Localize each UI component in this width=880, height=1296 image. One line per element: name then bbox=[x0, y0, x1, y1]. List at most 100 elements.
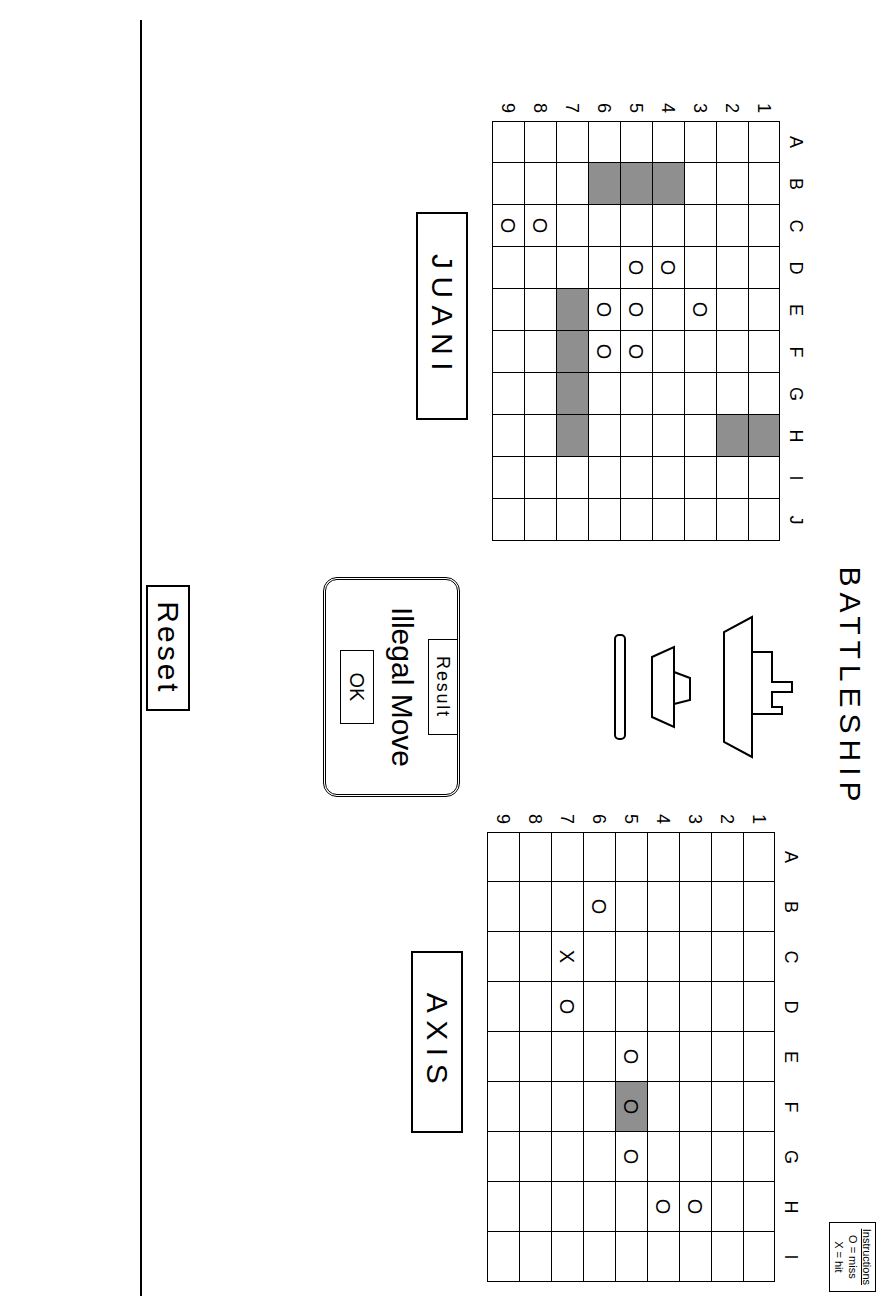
board-cell[interactable]: O bbox=[588, 289, 620, 331]
board-cell[interactable] bbox=[743, 932, 775, 982]
board-cell[interactable] bbox=[588, 499, 620, 541]
board-cell[interactable] bbox=[524, 331, 556, 373]
board-cell[interactable] bbox=[679, 1132, 711, 1182]
board-cell[interactable] bbox=[556, 499, 588, 541]
board-cell[interactable] bbox=[556, 205, 588, 247]
board-cell[interactable] bbox=[519, 1082, 551, 1132]
board-cell[interactable] bbox=[647, 932, 679, 982]
board-cell[interactable] bbox=[519, 982, 551, 1032]
board-cell[interactable]: O bbox=[524, 205, 556, 247]
board-cell[interactable] bbox=[524, 457, 556, 499]
board-cell[interactable]: O bbox=[652, 247, 684, 289]
board-cell[interactable]: O bbox=[588, 331, 620, 373]
ok-button[interactable]: OK bbox=[340, 650, 374, 725]
board-cell[interactable] bbox=[748, 457, 780, 499]
board-cell[interactable] bbox=[647, 1132, 679, 1182]
board-cell[interactable] bbox=[492, 373, 524, 415]
board-cell[interactable] bbox=[743, 882, 775, 932]
board-cell[interactable] bbox=[684, 121, 716, 163]
board-cell[interactable] bbox=[716, 247, 748, 289]
board-cell[interactable]: O bbox=[620, 289, 652, 331]
board-cell[interactable] bbox=[583, 1032, 615, 1082]
board-cell[interactable] bbox=[684, 247, 716, 289]
board-cell[interactable] bbox=[716, 457, 748, 499]
board-cell[interactable] bbox=[487, 1182, 519, 1232]
board-cell[interactable] bbox=[551, 882, 583, 932]
board-cell[interactable] bbox=[743, 832, 775, 882]
board-cell[interactable] bbox=[524, 163, 556, 205]
board-cell[interactable]: O bbox=[620, 247, 652, 289]
board-cell[interactable] bbox=[583, 832, 615, 882]
board-cell[interactable] bbox=[748, 331, 780, 373]
board-cell[interactable] bbox=[743, 1082, 775, 1132]
board-cell[interactable] bbox=[519, 1232, 551, 1282]
board-cell[interactable] bbox=[519, 1182, 551, 1232]
board-cell[interactable] bbox=[615, 1182, 647, 1232]
board-cell[interactable] bbox=[679, 1032, 711, 1082]
board-cell[interactable] bbox=[620, 121, 652, 163]
board-cell[interactable] bbox=[711, 1132, 743, 1182]
board-cell[interactable] bbox=[684, 415, 716, 457]
board-cell[interactable] bbox=[556, 457, 588, 499]
board-cell[interactable] bbox=[743, 1132, 775, 1182]
board-cell[interactable] bbox=[588, 247, 620, 289]
board-cell[interactable] bbox=[748, 247, 780, 289]
board-cell[interactable]: X bbox=[551, 932, 583, 982]
board-cell[interactable] bbox=[684, 499, 716, 541]
board-cell[interactable] bbox=[647, 832, 679, 882]
board-cell[interactable] bbox=[519, 832, 551, 882]
board-cell[interactable] bbox=[588, 121, 620, 163]
board-cell[interactable] bbox=[615, 832, 647, 882]
board-cell[interactable] bbox=[684, 205, 716, 247]
board-cell[interactable]: O bbox=[492, 205, 524, 247]
board-cell[interactable] bbox=[620, 373, 652, 415]
board-cell[interactable] bbox=[519, 1032, 551, 1082]
board-cell[interactable] bbox=[615, 982, 647, 1032]
board-cell[interactable] bbox=[647, 982, 679, 1032]
board-cell[interactable] bbox=[743, 982, 775, 1032]
board-cell[interactable] bbox=[487, 1032, 519, 1082]
board-cell[interactable]: O bbox=[647, 1182, 679, 1232]
board-cell[interactable] bbox=[492, 289, 524, 331]
board-cell[interactable] bbox=[556, 163, 588, 205]
board-cell[interactable] bbox=[588, 373, 620, 415]
board-cell[interactable] bbox=[487, 1082, 519, 1132]
board-cell[interactable] bbox=[588, 163, 620, 205]
board-cell[interactable] bbox=[748, 289, 780, 331]
board-cell[interactable] bbox=[588, 205, 620, 247]
board-cell[interactable] bbox=[551, 1232, 583, 1282]
board-cell[interactable] bbox=[556, 331, 588, 373]
board-cell[interactable] bbox=[487, 932, 519, 982]
board-cell[interactable] bbox=[524, 415, 556, 457]
board-cell[interactable] bbox=[679, 932, 711, 982]
board-cell[interactable] bbox=[652, 373, 684, 415]
board-cell[interactable] bbox=[748, 373, 780, 415]
board-cell[interactable]: O bbox=[679, 1182, 711, 1232]
board-cell[interactable] bbox=[748, 163, 780, 205]
board-cell[interactable] bbox=[652, 415, 684, 457]
board-cell[interactable] bbox=[716, 415, 748, 457]
board-cell[interactable] bbox=[487, 1232, 519, 1282]
board-cell[interactable] bbox=[492, 121, 524, 163]
board-cell[interactable]: O bbox=[615, 1082, 647, 1132]
board-cell[interactable] bbox=[679, 1232, 711, 1282]
board-cell[interactable] bbox=[652, 121, 684, 163]
board-cell[interactable] bbox=[588, 457, 620, 499]
board-cell[interactable] bbox=[492, 499, 524, 541]
board-cell[interactable] bbox=[716, 331, 748, 373]
board-cell[interactable] bbox=[615, 1232, 647, 1282]
board-cell[interactable] bbox=[519, 882, 551, 932]
board-cell[interactable] bbox=[679, 832, 711, 882]
board-cell[interactable] bbox=[620, 415, 652, 457]
board-cell[interactable] bbox=[583, 1132, 615, 1182]
board-cell[interactable] bbox=[679, 882, 711, 932]
board-cell[interactable] bbox=[556, 247, 588, 289]
board-cell[interactable] bbox=[556, 289, 588, 331]
board-cell[interactable] bbox=[492, 247, 524, 289]
board-cell[interactable] bbox=[652, 331, 684, 373]
board-cell[interactable] bbox=[711, 1182, 743, 1232]
board-cell[interactable] bbox=[524, 373, 556, 415]
board-cell[interactable] bbox=[583, 1232, 615, 1282]
board-cell[interactable] bbox=[748, 415, 780, 457]
board-cell[interactable] bbox=[551, 1132, 583, 1182]
